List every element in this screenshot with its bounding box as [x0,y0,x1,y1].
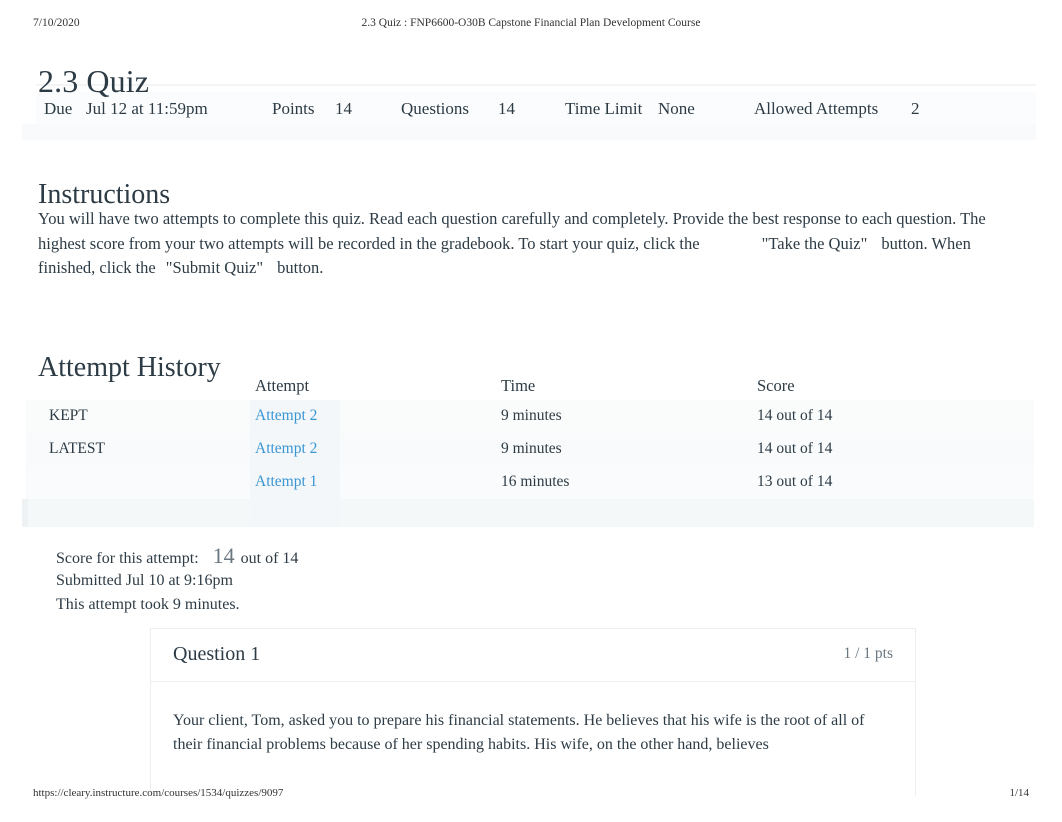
allowed-attempts-label: Allowed Attempts [754,99,879,118]
attempt-link[interactable]: Attempt 2 [255,406,317,426]
question-body-text: Your client, Tom, asked you to prepare h… [173,712,865,753]
attempt-score: 14 out of 14 [757,440,833,457]
attempt-link[interactable]: Attempt 2 [255,439,317,459]
attempt-score: 13 out of 14 [757,473,833,490]
question-title: Question 1 [173,643,261,665]
question-header: Question 1 1 / 1 pts [151,629,915,682]
take-quiz-button-reference: "Take the Quiz" [761,233,868,253]
score-summary: Score for this attempt: 14 out of 14 Submi… [56,543,299,618]
questions-label: Questions [401,99,469,118]
points-label: Points [272,99,315,118]
attempt-time: 9 minutes [501,440,562,457]
print-page-number: 1/14 [1009,787,1029,799]
attempt-time: 16 minutes [501,473,570,490]
attempt-score: 14 out of 14 [757,407,833,424]
instructions-part-3: button. [277,258,324,278]
attempt-time: 9 minutes [501,407,562,424]
time-limit-value: None [658,99,695,118]
column-header-score: Score [757,376,795,395]
column-header-time: Time [501,376,536,395]
page-title: 2.3 Quiz [38,63,150,100]
quiz-details-row: Due Jul 12 at 11:59pm Points 14 Question… [38,99,1038,125]
quiz-print-page: 2.3 Quiz Due Jul 12 at 11:59pm Points 14… [0,0,1062,822]
attempt-link[interactable]: Attempt 1 [255,472,317,492]
divider-rule [36,84,1036,86]
instructions-body: You will have two attempts to complete t… [38,207,1028,281]
score-suffix-label: out of 14 [240,550,299,567]
allowed-attempts-value: 2 [911,99,920,118]
questions-value: 14 [498,99,515,118]
due-value: Jul 12 at 11:59pm [86,99,208,118]
table-row: KEPT Attempt 2 9 minutes 14 out of 14 [0,406,1062,439]
due-label: Due [44,99,73,118]
table-row: Attempt 1 16 minutes 13 out of 14 [0,472,1062,505]
duration-line: This attempt took 9 minutes. [56,596,240,613]
attempt-status-label: KEPT [49,407,88,424]
submitted-line: Submitted Jul 10 at 9:16pm [56,571,233,589]
score-prefix-label: Score for this attempt: [56,550,199,567]
instructions-band [22,140,1036,148]
print-header-title: 2.3 Quiz : FNP6600-O30B Capstone Financi… [361,17,701,29]
attempt-status-label: LATEST [49,440,105,457]
score-line: Score for this attempt: 14 out of 14 [56,543,299,569]
score-value: 14 [212,543,235,568]
print-header: 7/10/2020 2.3 Quiz : FNP6600-O30B Capsto… [0,17,1062,33]
submit-quiz-button-reference: "Submit Quiz" [165,258,264,278]
table-header-row: Attempt Time Score [0,376,1062,406]
print-source-url: https://cleary.instructure.com/courses/1… [33,787,284,799]
time-limit-label: Time Limit [565,99,643,118]
attempt-history-table: Attempt Time Score KEPT Attempt 2 9 minu… [0,376,1062,505]
points-value: 14 [335,99,352,118]
table-row: LATEST Attempt 2 9 minutes 14 out of 14 [0,439,1062,472]
question-card: Question 1 1 / 1 pts Your client, Tom, a… [150,628,916,796]
question-points: 1 / 1 pts [843,645,893,662]
column-header-attempt: Attempt [255,376,310,395]
print-footer: https://cleary.instructure.com/courses/1… [0,787,1062,803]
